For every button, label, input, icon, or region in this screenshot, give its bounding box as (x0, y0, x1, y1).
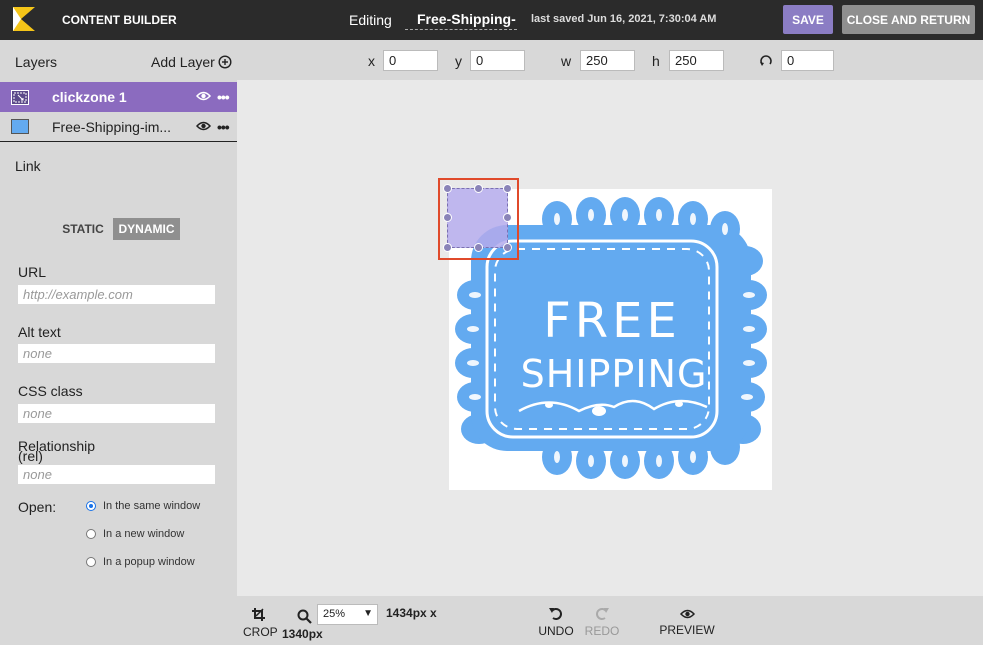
add-layer-label: Add Layer (151, 54, 215, 70)
visibility-eye-icon[interactable] (196, 90, 211, 102)
zoom-value: 25% (323, 608, 346, 620)
radio-label: In a new window (103, 528, 185, 540)
layers-title: Layers (15, 54, 58, 70)
left-panel: Layers Add Layer clickzone 1 ••• Free-Sh… (0, 40, 237, 645)
resize-handle-se[interactable] (503, 243, 512, 252)
redo-label: REDO (584, 624, 620, 638)
layer-name: Free-Shipping-im... (52, 118, 172, 135)
x-input[interactable]: 0 (383, 50, 438, 71)
y-label: y (455, 53, 462, 69)
rotation-input[interactable]: 0 (781, 50, 834, 71)
document-name-field[interactable]: Free-Shipping- (405, 11, 517, 30)
width-input[interactable]: 250 (580, 50, 635, 71)
crop-button[interactable]: CROP (243, 607, 278, 639)
radio-label: In a popup window (103, 556, 195, 568)
link-section-title: Link (15, 158, 41, 174)
radio-icon (86, 557, 96, 567)
radio-label: In the same window (103, 500, 201, 512)
zoom-icon (297, 609, 312, 624)
app-title: CONTENT BUILDER (62, 13, 177, 27)
artwork-line-2: SHIPPING (521, 352, 708, 396)
height-input[interactable]: 250 (669, 50, 724, 71)
crop-label: CROP (243, 625, 278, 639)
resize-handle-e[interactable] (503, 213, 512, 222)
more-options-icon[interactable]: ••• (217, 119, 230, 135)
image-thumbnail-icon (11, 119, 29, 134)
relationship-label-rel: (rel) (18, 448, 43, 464)
url-label: URL (18, 264, 47, 280)
layer-item-image[interactable]: Free-Shipping-im... ••• (0, 112, 237, 142)
caret-down-icon: ▼ (363, 608, 373, 619)
open-new-window-radio[interactable]: In a new window (86, 528, 184, 540)
open-same-window-radio[interactable]: In the same window (86, 500, 200, 512)
undo-label: UNDO (538, 624, 574, 638)
resize-handle-w[interactable] (443, 213, 452, 222)
static-toggle[interactable]: STATIC (57, 218, 109, 240)
layer-name: clickzone 1 (52, 89, 127, 105)
zoom-select[interactable]: 25% ▼ (317, 604, 378, 625)
preview-button[interactable]: PREVIEW (659, 608, 715, 637)
w-label: w (561, 53, 572, 69)
preview-eye-icon (679, 609, 695, 619)
geometry-bar: x 0 y 0 w 250 h 250 0 (237, 40, 983, 80)
resize-handle-nw[interactable] (443, 184, 452, 193)
clickzone-thumbnail-icon (11, 89, 29, 105)
css-class-input[interactable]: none (18, 404, 215, 423)
relationship-input[interactable]: none (18, 465, 215, 484)
alt-text-label: Alt text (18, 324, 61, 340)
preview-label: PREVIEW (659, 623, 715, 637)
x-label: x (368, 53, 375, 69)
app-logo-icon (13, 7, 35, 31)
visibility-eye-icon[interactable] (196, 120, 211, 132)
redo-button[interactable]: REDO (583, 606, 621, 638)
bottom-toolbar: CROP 25% ▼ 1434px x 1340px UNDO REDO PRE… (237, 596, 983, 645)
y-input[interactable]: 0 (470, 50, 525, 71)
layer-item-clickzone[interactable]: clickzone 1 ••• (0, 82, 237, 112)
canvas-area: FREE SHIPPING (237, 80, 983, 596)
url-input[interactable]: http://example.com (18, 285, 215, 304)
radio-selected-icon (86, 501, 96, 511)
add-circle-icon (218, 55, 232, 69)
undo-icon (549, 608, 562, 620)
last-saved-status: last saved Jun 16, 2021, 7:30:04 AM (531, 13, 717, 25)
crop-icon (252, 608, 265, 621)
resize-handle-sw[interactable] (443, 243, 452, 252)
editing-label: Editing (349, 12, 392, 28)
top-bar: CONTENT BUILDER Editing Free-Shipping- l… (0, 0, 983, 40)
layers-header: Layers Add Layer (0, 40, 237, 80)
image-size-height: 1340px (282, 627, 323, 641)
resize-handle-ne[interactable] (503, 184, 512, 193)
clickzone-layer[interactable] (447, 188, 508, 248)
resize-handle-s[interactable] (474, 243, 483, 252)
open-popup-window-radio[interactable]: In a popup window (86, 556, 195, 568)
alt-text-input[interactable]: none (18, 344, 215, 363)
dynamic-toggle[interactable]: DYNAMIC (113, 218, 180, 240)
save-button[interactable]: SAVE (783, 5, 833, 34)
image-size-width: 1434px x (386, 606, 437, 620)
rotate-icon (760, 55, 772, 66)
resize-handle-n[interactable] (474, 184, 483, 193)
redo-icon (596, 608, 609, 620)
radio-icon (86, 529, 96, 539)
more-options-icon[interactable]: ••• (217, 89, 230, 105)
artwork-line-1: FREE (543, 293, 681, 349)
h-label: h (652, 53, 660, 69)
undo-button[interactable]: UNDO (537, 606, 575, 638)
add-layer-button[interactable]: Add Layer (151, 54, 232, 70)
css-class-label: CSS class (18, 383, 83, 399)
open-label: Open: (18, 499, 57, 515)
close-and-return-button[interactable]: CLOSE AND RETURN (842, 5, 975, 34)
